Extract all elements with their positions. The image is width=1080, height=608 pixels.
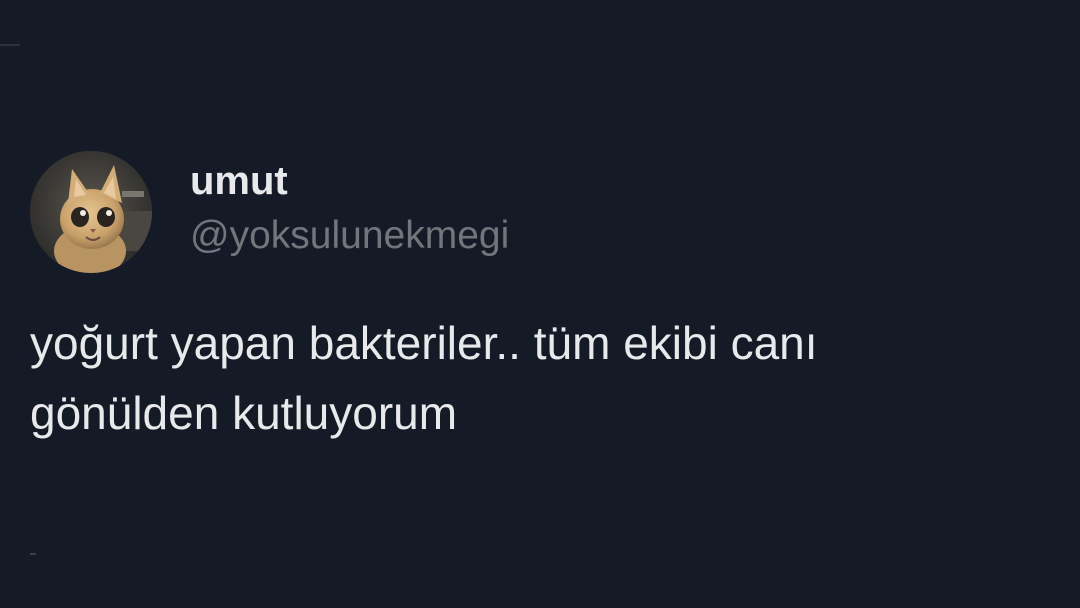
user-handle[interactable]: @yoksulunekmegi xyxy=(190,212,509,260)
tweet-text-line-2: gönülden kutluyorum xyxy=(30,387,458,439)
cat-avatar-icon xyxy=(30,151,152,273)
tweet-text: yoğurt yapan bakteriler.. tüm ekibi canı… xyxy=(30,308,1060,448)
tweet-text-line-1: yoğurt yapan bakteriler.. tüm ekibi canı xyxy=(30,317,818,369)
display-name[interactable]: umut xyxy=(190,157,288,205)
tweet-card: umut @yoksulunekmegi yoğurt yapan bakter… xyxy=(0,0,1080,608)
avatar[interactable] xyxy=(30,151,152,273)
edge-divider xyxy=(0,44,20,46)
edge-mark-bottom xyxy=(30,553,36,555)
